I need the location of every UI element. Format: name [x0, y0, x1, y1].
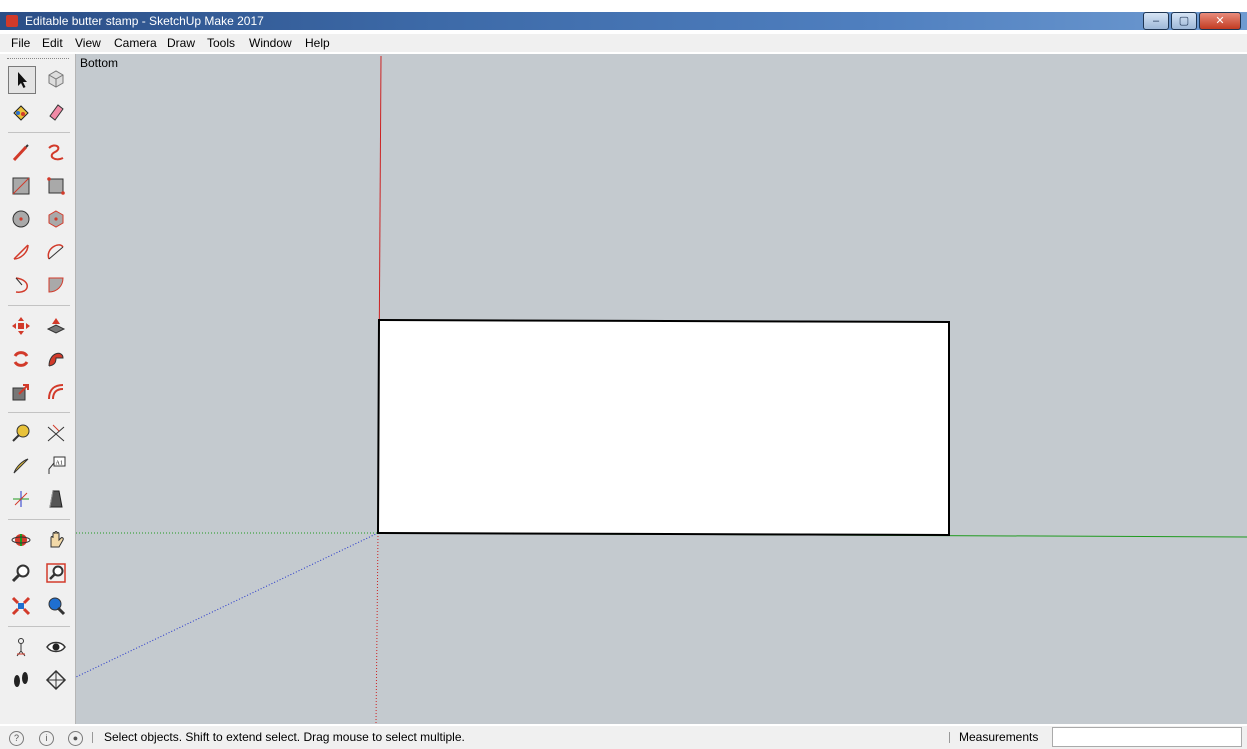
- menu-camera[interactable]: Camera: [114, 34, 157, 52]
- 3d-text-icon[interactable]: [43, 486, 69, 512]
- sketchup-app-icon[interactable]: [6, 15, 18, 27]
- menu-draw[interactable]: Draw: [167, 34, 195, 52]
- measurements-input[interactable]: [1052, 727, 1242, 747]
- blue-axis-negative: [76, 532, 379, 678]
- look-around-icon[interactable]: [43, 634, 69, 660]
- credits-icon[interactable]: i: [39, 731, 54, 746]
- polygon-icon[interactable]: [43, 206, 69, 232]
- measurements-label: Measurements: [959, 730, 1039, 744]
- make-component-icon[interactable]: [43, 66, 69, 92]
- scene-drawing: [76, 55, 1247, 724]
- offset-icon[interactable]: [43, 379, 69, 405]
- text-icon[interactable]: A1: [43, 453, 69, 479]
- walk-icon[interactable]: [8, 667, 34, 693]
- section-plane-icon[interactable]: [43, 667, 69, 693]
- menu-file[interactable]: File: [11, 34, 30, 52]
- title-bar: Editable butter stamp - SketchUp Make 20…: [0, 12, 1247, 30]
- large-tool-set-toolbar: A1: [0, 54, 76, 724]
- push-pull-icon[interactable]: [43, 313, 69, 339]
- pan-icon[interactable]: [43, 527, 69, 553]
- red-axis-negative: [375, 532, 379, 724]
- maximize-button[interactable]: ▢: [1171, 12, 1197, 30]
- menu-window[interactable]: Window: [249, 34, 292, 52]
- rectangle-icon[interactable]: [8, 173, 34, 199]
- line-icon[interactable]: [8, 140, 34, 166]
- minimize-button[interactable]: –: [1143, 12, 1169, 30]
- zoom-window-icon[interactable]: [43, 560, 69, 586]
- pie-icon[interactable]: [43, 272, 69, 298]
- follow-me-icon[interactable]: [43, 346, 69, 372]
- freehand-icon[interactable]: [43, 140, 69, 166]
- menu-edit[interactable]: Edit: [42, 34, 63, 52]
- toolbar-grip[interactable]: [7, 58, 69, 60]
- tape-measure-icon[interactable]: [8, 420, 34, 446]
- orbit-icon[interactable]: [8, 527, 34, 553]
- move-icon[interactable]: [8, 313, 34, 339]
- arc-icon[interactable]: [8, 239, 34, 265]
- status-bar: ? i ● Select objects. Shift to extend se…: [0, 726, 1247, 749]
- protractor-icon[interactable]: [8, 453, 34, 479]
- circle-icon[interactable]: [8, 206, 34, 232]
- status-hint-text: Select objects. Shift to extend select. …: [104, 730, 465, 744]
- paint-bucket-icon[interactable]: [8, 99, 34, 125]
- svg-text:A1: A1: [56, 461, 63, 467]
- menu-bar: File Edit View Camera Draw Tools Window …: [0, 34, 1247, 52]
- zoom-icon[interactable]: [8, 560, 34, 586]
- position-camera-icon[interactable]: [8, 634, 34, 660]
- axes-icon[interactable]: [8, 486, 34, 512]
- select-tool-icon[interactable]: [8, 66, 36, 94]
- rectangle-face[interactable]: [376, 318, 950, 537]
- window-title: Editable butter stamp - SketchUp Make 20…: [25, 14, 264, 28]
- menu-view[interactable]: View: [75, 34, 101, 52]
- eraser-icon[interactable]: [43, 99, 69, 125]
- three-point-arc-icon[interactable]: [8, 272, 34, 298]
- dimension-icon[interactable]: [43, 420, 69, 446]
- menu-help[interactable]: Help: [305, 34, 330, 52]
- geo-location-icon[interactable]: ?: [9, 731, 24, 746]
- scale-icon[interactable]: [8, 379, 34, 405]
- menu-tools[interactable]: Tools: [207, 34, 235, 52]
- zoom-extents-icon[interactable]: [8, 593, 34, 619]
- rotate-icon[interactable]: [8, 346, 34, 372]
- close-button[interactable]: ✕: [1199, 12, 1241, 30]
- model-viewport[interactable]: Bottom: [76, 54, 1247, 724]
- user-account-icon[interactable]: ●: [68, 731, 83, 746]
- two-point-arc-icon[interactable]: [43, 239, 69, 265]
- previous-view-icon[interactable]: [43, 593, 69, 619]
- rotated-rectangle-icon[interactable]: [43, 173, 69, 199]
